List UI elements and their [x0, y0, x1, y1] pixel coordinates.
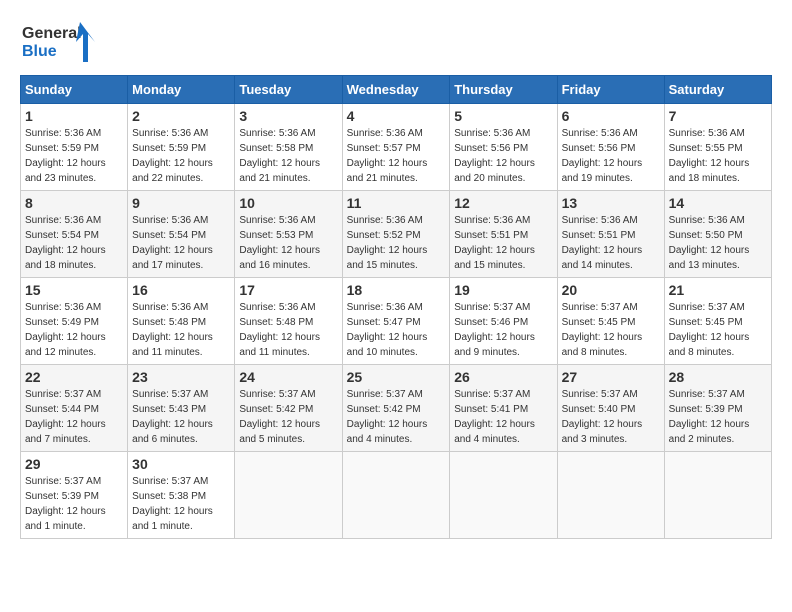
- table-row: 22Sunrise: 5:37 AMSunset: 5:44 PMDayligh…: [21, 365, 128, 452]
- table-row: 8Sunrise: 5:36 AMSunset: 5:54 PMDaylight…: [21, 191, 128, 278]
- table-row: 20Sunrise: 5:37 AMSunset: 5:45 PMDayligh…: [557, 278, 664, 365]
- table-row: 25Sunrise: 5:37 AMSunset: 5:42 PMDayligh…: [342, 365, 450, 452]
- table-row: 24Sunrise: 5:37 AMSunset: 5:42 PMDayligh…: [235, 365, 342, 452]
- svg-text:General: General: [22, 25, 82, 42]
- col-header-thursday: Thursday: [450, 76, 557, 104]
- calendar-table: SundayMondayTuesdayWednesdayThursdayFrid…: [20, 75, 772, 539]
- table-row: 6Sunrise: 5:36 AMSunset: 5:56 PMDaylight…: [557, 104, 664, 191]
- table-row: [342, 452, 450, 539]
- table-row: [235, 452, 342, 539]
- table-row: 10Sunrise: 5:36 AMSunset: 5:53 PMDayligh…: [235, 191, 342, 278]
- col-header-friday: Friday: [557, 76, 664, 104]
- table-row: 9Sunrise: 5:36 AMSunset: 5:54 PMDaylight…: [128, 191, 235, 278]
- table-row: 27Sunrise: 5:37 AMSunset: 5:40 PMDayligh…: [557, 365, 664, 452]
- table-row: 16Sunrise: 5:36 AMSunset: 5:48 PMDayligh…: [128, 278, 235, 365]
- table-row: 30Sunrise: 5:37 AMSunset: 5:38 PMDayligh…: [128, 452, 235, 539]
- table-row: 13Sunrise: 5:36 AMSunset: 5:51 PMDayligh…: [557, 191, 664, 278]
- table-row: 4Sunrise: 5:36 AMSunset: 5:57 PMDaylight…: [342, 104, 450, 191]
- table-row: 26Sunrise: 5:37 AMSunset: 5:41 PMDayligh…: [450, 365, 557, 452]
- table-row: 29Sunrise: 5:37 AMSunset: 5:39 PMDayligh…: [21, 452, 128, 539]
- table-row: 28Sunrise: 5:37 AMSunset: 5:39 PMDayligh…: [664, 365, 771, 452]
- table-row: [450, 452, 557, 539]
- table-row: 7Sunrise: 5:36 AMSunset: 5:55 PMDaylight…: [664, 104, 771, 191]
- table-row: 15Sunrise: 5:36 AMSunset: 5:49 PMDayligh…: [21, 278, 128, 365]
- col-header-saturday: Saturday: [664, 76, 771, 104]
- table-row: 12Sunrise: 5:36 AMSunset: 5:51 PMDayligh…: [450, 191, 557, 278]
- logo: GeneralBlue: [20, 20, 100, 65]
- col-header-monday: Monday: [128, 76, 235, 104]
- logo-icon: GeneralBlue: [20, 20, 100, 65]
- col-header-sunday: Sunday: [21, 76, 128, 104]
- table-row: 1Sunrise: 5:36 AMSunset: 5:59 PMDaylight…: [21, 104, 128, 191]
- table-row: [557, 452, 664, 539]
- table-row: 21Sunrise: 5:37 AMSunset: 5:45 PMDayligh…: [664, 278, 771, 365]
- col-header-tuesday: Tuesday: [235, 76, 342, 104]
- table-row: [664, 452, 771, 539]
- table-row: 3Sunrise: 5:36 AMSunset: 5:58 PMDaylight…: [235, 104, 342, 191]
- col-header-wednesday: Wednesday: [342, 76, 450, 104]
- table-row: 17Sunrise: 5:36 AMSunset: 5:48 PMDayligh…: [235, 278, 342, 365]
- table-row: 14Sunrise: 5:36 AMSunset: 5:50 PMDayligh…: [664, 191, 771, 278]
- table-row: 19Sunrise: 5:37 AMSunset: 5:46 PMDayligh…: [450, 278, 557, 365]
- table-row: 18Sunrise: 5:36 AMSunset: 5:47 PMDayligh…: [342, 278, 450, 365]
- table-row: 23Sunrise: 5:37 AMSunset: 5:43 PMDayligh…: [128, 365, 235, 452]
- table-row: 11Sunrise: 5:36 AMSunset: 5:52 PMDayligh…: [342, 191, 450, 278]
- table-row: 5Sunrise: 5:36 AMSunset: 5:56 PMDaylight…: [450, 104, 557, 191]
- header: GeneralBlue: [20, 20, 772, 65]
- table-row: 2Sunrise: 5:36 AMSunset: 5:59 PMDaylight…: [128, 104, 235, 191]
- svg-text:Blue: Blue: [22, 43, 57, 60]
